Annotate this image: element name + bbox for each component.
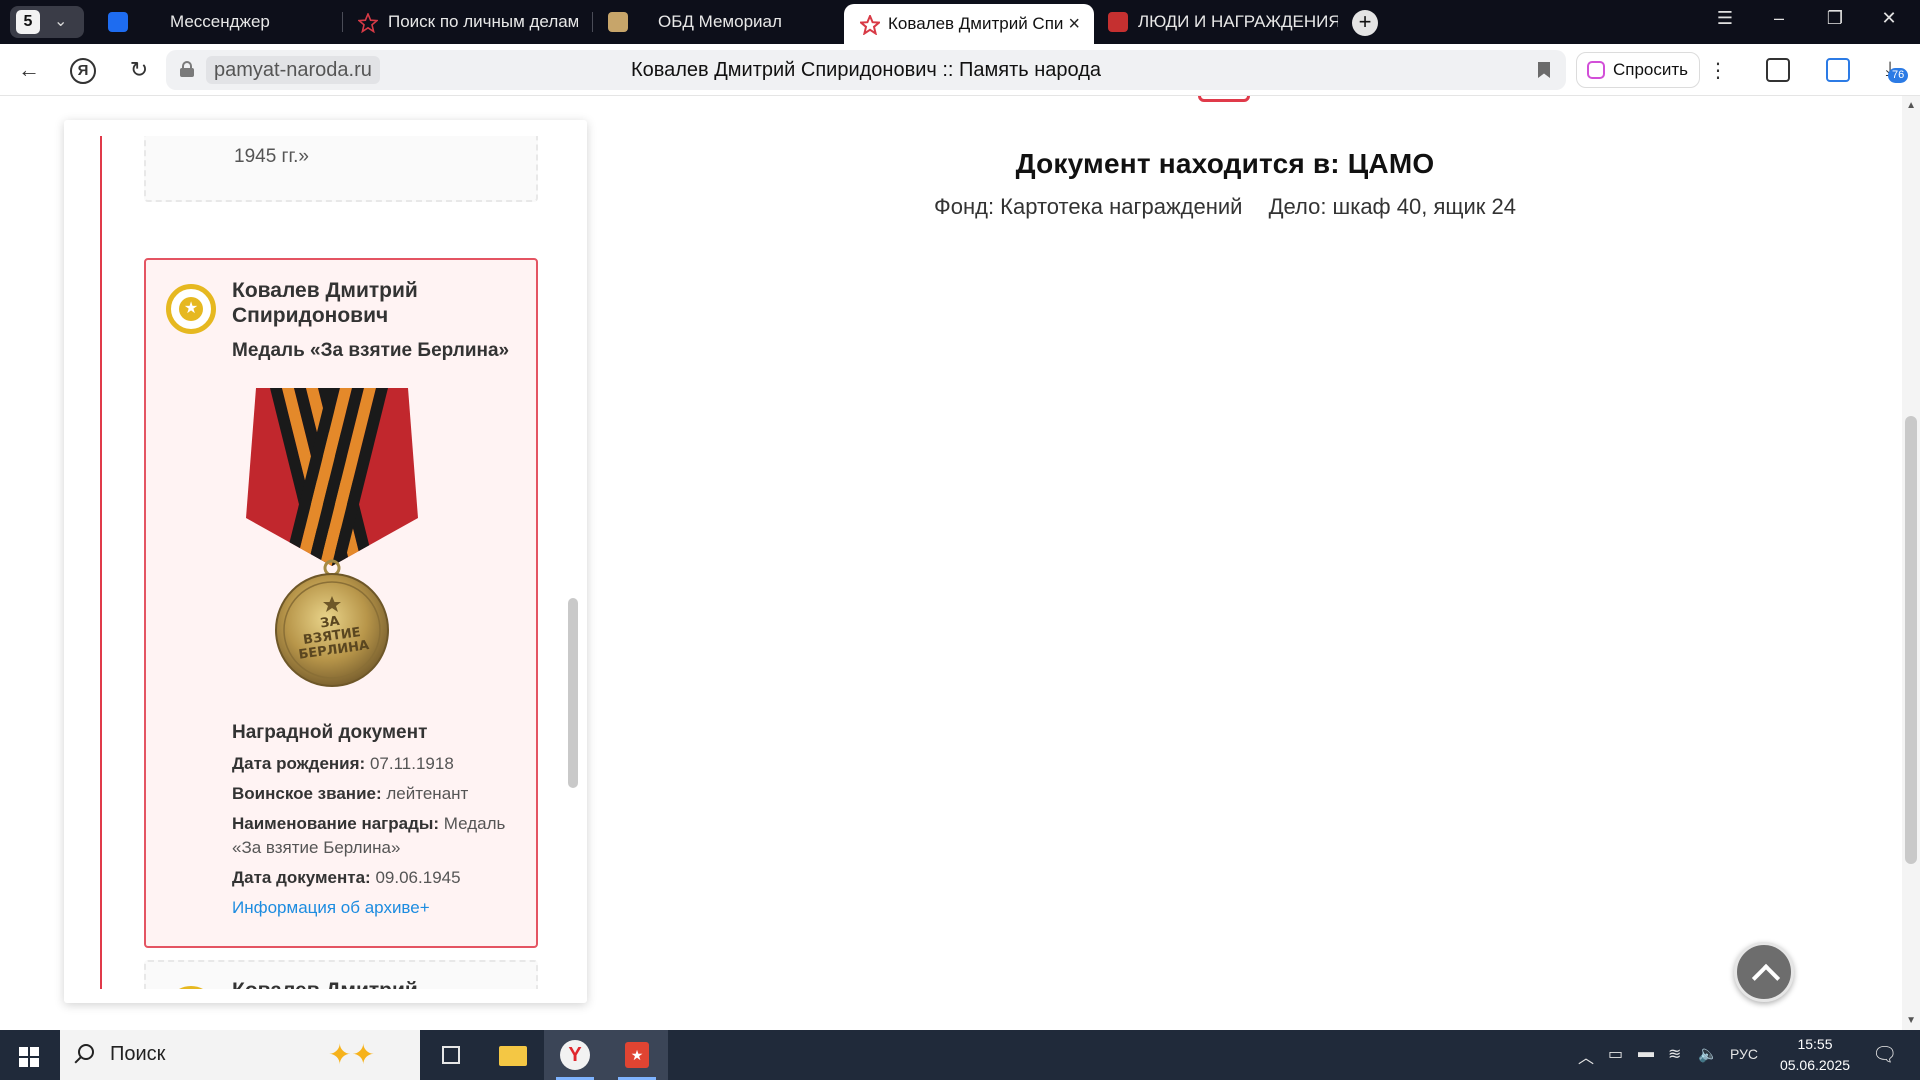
- archive-info-link[interactable]: Информация об архиве+: [232, 898, 430, 917]
- minimize-icon[interactable]: –: [1764, 8, 1794, 29]
- award-document: Наградной документ Дата рождения: 07.11.…: [232, 722, 528, 920]
- tab-label: Поиск по личным делам: [388, 12, 578, 31]
- medal-icon: ★: [166, 986, 216, 989]
- order-icon: [1108, 12, 1128, 32]
- volume-icon[interactable]: 🔈: [1698, 1044, 1718, 1064]
- back-icon[interactable]: ←: [14, 56, 44, 86]
- award-name: Медаль «За взятие Берлина»: [232, 340, 510, 361]
- collections-icon[interactable]: [1766, 58, 1790, 82]
- medal-berlin-image: ЗА ВЗЯТИЕ БЕРЛИНА: [246, 388, 418, 688]
- sparkle-icon: ✦✦: [328, 1039, 375, 1070]
- windows-taskbar: Поиск ✦✦ Y ★ ︿ ▭ ▬ ≋ 🔈 РУС 15:55 05.06.2…: [0, 1030, 1920, 1080]
- page-viewport: Документ находится в: ЦАМО Фонд: Картоте…: [0, 96, 1920, 1030]
- taskbar-search[interactable]: Поиск ✦✦: [60, 1030, 420, 1080]
- tab-people-and-awards[interactable]: ЛЮДИ И НАГРАЖДЕНИЯ: [1108, 6, 1338, 38]
- tab-group-button[interactable]: 5 ⌄: [10, 6, 84, 38]
- chat-icon: [108, 12, 128, 32]
- address-bar: ← Я ↻ pamyat-naroda.ru Ковалев Дмитрий С…: [0, 44, 1920, 96]
- more-icon[interactable]: ⋮: [1708, 58, 1728, 83]
- field-birth-date: Дата рождения: 07.11.1918: [232, 754, 454, 773]
- fond-text: Фонд: Картотека награждений: [934, 194, 1243, 219]
- file-explorer-icon[interactable]: [482, 1030, 544, 1080]
- language-indicator[interactable]: РУС: [1730, 1046, 1758, 1062]
- pamyat-naroda-taskbar-icon[interactable]: ★: [606, 1030, 668, 1080]
- document-location: Документ находится в: ЦАМО Фонд: Картоте…: [620, 148, 1830, 220]
- medal-icon: ★: [166, 284, 216, 334]
- chevron-down-icon: ⌄: [54, 13, 68, 30]
- system-clock[interactable]: 15:55 05.06.2025: [1770, 1034, 1860, 1076]
- ai-sparkle-icon: [1587, 61, 1605, 79]
- doc-location-meta: Фонд: Картотека награждений Дело: шкаф 4…: [620, 194, 1830, 220]
- close-window-icon[interactable]: ✕: [1874, 8, 1904, 29]
- bookmark-icon[interactable]: [1538, 62, 1550, 78]
- field-doc-date: Дата документа: 09.06.1945: [232, 868, 461, 887]
- restore-icon[interactable]: ❐: [1820, 8, 1850, 29]
- search-placeholder: Поиск: [110, 1043, 166, 1065]
- downloads-badge: 76: [1888, 68, 1909, 83]
- awards-panel: германией в Великой Отечественной войне …: [64, 120, 587, 1003]
- memorial-icon: [608, 12, 628, 32]
- field-award-name: Наименование награды: Медаль «За взятие …: [232, 814, 506, 857]
- tab-search-personal-files[interactable]: Поиск по личным делам: [358, 6, 578, 38]
- field-rank: Воинское звание: лейтенант: [232, 784, 469, 803]
- reload-icon[interactable]: ↻: [124, 56, 154, 86]
- panel-scrollbar-thumb[interactable]: [568, 598, 578, 788]
- ask-button[interactable]: Спросить: [1576, 52, 1700, 88]
- scroll-to-top-button[interactable]: [1734, 942, 1794, 1002]
- tab-kovalev-active[interactable]: Ковалев Дмитрий Спи ×: [844, 4, 1094, 44]
- tab-obd-memorial[interactable]: ОБД Мемориал: [608, 6, 828, 38]
- meet-now-icon[interactable]: ▭: [1608, 1044, 1623, 1064]
- scroll-up-arrow-icon[interactable]: ▲: [1906, 100, 1916, 111]
- award-card-next[interactable]: ★ Ковалев Дмитрий: [144, 960, 538, 989]
- tab-label: Мессенджер: [170, 12, 270, 31]
- tab-label: ОБД Мемориал: [658, 12, 782, 31]
- battery-icon[interactable]: ▬: [1638, 1044, 1654, 1062]
- tab-label: ЛЮДИ И НАГРАЖДЕНИЯ: [1138, 12, 1338, 31]
- domain-chip[interactable]: pamyat-naroda.ru: [206, 56, 380, 84]
- tab-group-count: 5: [16, 10, 40, 34]
- windows-start-icon[interactable]: [19, 1047, 39, 1067]
- red-star-icon: [858, 13, 882, 36]
- yandex-icon[interactable]: Я: [70, 58, 96, 84]
- yandex-browser-taskbar-icon[interactable]: Y: [544, 1030, 606, 1080]
- star-outline-icon: [358, 11, 380, 34]
- doc-location-title: Документ находится в: ЦАМО: [1015, 148, 1435, 179]
- wifi-icon[interactable]: ≋: [1668, 1044, 1681, 1064]
- page-scrollbar[interactable]: ▲ ▼: [1902, 96, 1920, 1030]
- prev-card-text: германией в Великой Отечественной войне …: [234, 136, 484, 167]
- url-field[interactable]: pamyat-naroda.ru Ковалев Дмитрий Спиридо…: [166, 50, 1566, 90]
- tab-label: Ковалев Дмитрий Спи: [888, 14, 1064, 33]
- tab-messenger[interactable]: Мессенджер: [108, 6, 338, 38]
- awards-list[interactable]: германией в Великой Отечественной войне …: [64, 136, 587, 989]
- scroll-down-arrow-icon[interactable]: ▼: [1906, 1015, 1916, 1026]
- person-name: Ковалев Дмитрий: [232, 978, 522, 989]
- tab-divider: [342, 12, 343, 32]
- person-name: Ковалев Дмитрий Спиридонович: [232, 279, 418, 327]
- close-tab-icon[interactable]: ×: [1068, 8, 1080, 40]
- timeline-line: [100, 136, 102, 989]
- lock-icon: [180, 61, 194, 77]
- translate-icon[interactable]: [1826, 58, 1850, 82]
- search-icon: [78, 1044, 94, 1060]
- delo-text: Дело: шкаф 40, ящик 24: [1268, 194, 1516, 219]
- panel-scrollbar[interactable]: [568, 136, 578, 989]
- award-card-previous[interactable]: германией в Великой Отечественной войне …: [144, 136, 538, 202]
- notifications-icon[interactable]: 🗨: [1872, 1042, 1897, 1067]
- clock-date: 05.06.2025: [1779, 1057, 1851, 1073]
- clock-time: 15:55: [1797, 1036, 1833, 1052]
- menu-icon[interactable]: ☰: [1710, 8, 1740, 29]
- new-tab-button[interactable]: +: [1352, 10, 1378, 36]
- doc-title: Наградной документ: [232, 722, 428, 743]
- chevron-up-icon[interactable]: ︿: [1578, 1044, 1594, 1068]
- document-thumbnail-frame[interactable]: [1198, 96, 1250, 102]
- award-card[interactable]: ★ Ковалев Дмитрий Спиридонович Медаль «З…: [144, 258, 538, 948]
- task-view-icon[interactable]: [420, 1030, 482, 1080]
- page-scrollbar-thumb[interactable]: [1905, 416, 1917, 864]
- tab-divider: [592, 12, 593, 32]
- ask-label: Спросить: [1613, 60, 1689, 79]
- browser-tab-bar: 5 ⌄ Мессенджер Поиск по личным делам ОБД…: [0, 0, 1920, 44]
